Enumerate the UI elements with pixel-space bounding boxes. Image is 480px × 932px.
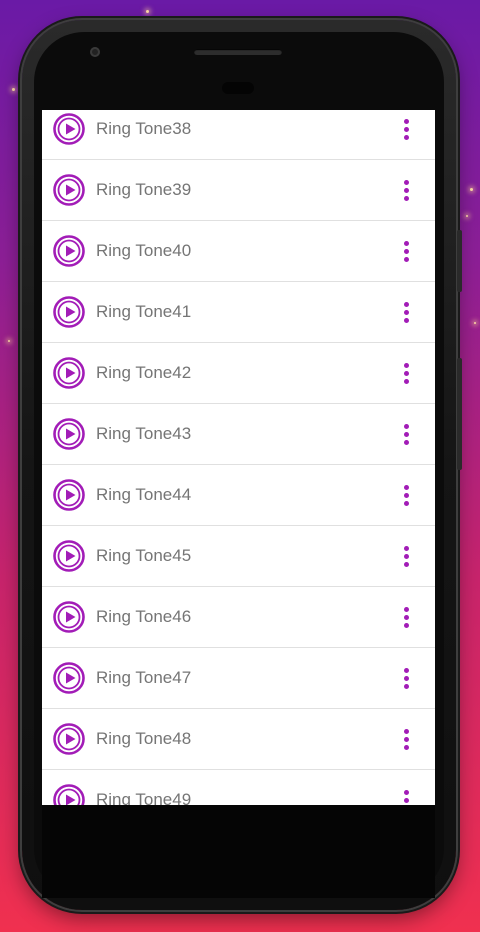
play-circle-icon[interactable]	[53, 357, 85, 389]
background-sparkle	[470, 188, 473, 191]
front-camera	[90, 47, 100, 57]
ringtone-list-item[interactable]: Ring Tone41	[42, 282, 435, 343]
earpiece-speaker	[194, 49, 282, 55]
more-vertical-icon[interactable]	[395, 297, 417, 327]
background-sparkle	[466, 215, 468, 217]
ringtone-list-item[interactable]: Ring Tone44	[42, 465, 435, 526]
app-screen: Ring Tone38 Ring Tone39 Ring Tone40 Ring…	[42, 110, 435, 805]
ringtone-list-item[interactable]: Ring Tone40	[42, 221, 435, 282]
proximity-sensor	[222, 82, 254, 94]
ringtone-list-item[interactable]: Ring Tone45	[42, 526, 435, 587]
ringtone-list-item[interactable]: Ring Tone38	[42, 110, 435, 160]
phone-chin	[42, 805, 435, 898]
more-vertical-icon[interactable]	[395, 724, 417, 754]
power-button	[457, 230, 462, 292]
ringtone-list-item[interactable]: Ring Tone48	[42, 709, 435, 770]
ringtone-list-item[interactable]: Ring Tone46	[42, 587, 435, 648]
ringtone-title: Ring Tone49	[96, 790, 192, 805]
more-vertical-icon[interactable]	[395, 785, 417, 805]
ringtone-title: Ring Tone40	[96, 241, 192, 260]
more-vertical-icon[interactable]	[395, 480, 417, 510]
ringtone-title: Ring Tone43	[96, 424, 192, 443]
ringtone-title: Ring Tone41	[96, 302, 192, 321]
ringtone-title: Ring Tone44	[96, 485, 192, 504]
play-circle-icon[interactable]	[53, 418, 85, 450]
volume-button	[457, 358, 462, 470]
ringtone-title: Ring Tone48	[96, 729, 192, 748]
more-vertical-icon[interactable]	[395, 114, 417, 144]
play-circle-icon[interactable]	[53, 479, 85, 511]
ringtone-list-item[interactable]: Ring Tone39	[42, 160, 435, 221]
more-vertical-icon[interactable]	[395, 236, 417, 266]
play-circle-icon[interactable]	[53, 601, 85, 633]
ringtone-list-item[interactable]: Ring Tone43	[42, 404, 435, 465]
more-vertical-icon[interactable]	[395, 175, 417, 205]
ringtone-title: Ring Tone42	[96, 363, 192, 382]
ringtone-list-item[interactable]: Ring Tone49	[42, 770, 435, 805]
more-vertical-icon[interactable]	[395, 602, 417, 632]
phone-frame: Ring Tone38 Ring Tone39 Ring Tone40 Ring…	[22, 20, 462, 910]
background-sparkle	[146, 10, 149, 13]
more-vertical-icon[interactable]	[395, 663, 417, 693]
ringtone-list: Ring Tone38 Ring Tone39 Ring Tone40 Ring…	[42, 110, 435, 805]
ringtone-title: Ring Tone39	[96, 180, 192, 199]
play-circle-icon[interactable]	[53, 174, 85, 206]
play-circle-icon[interactable]	[53, 235, 85, 267]
play-circle-icon[interactable]	[53, 662, 85, 694]
play-circle-icon[interactable]	[53, 784, 85, 805]
play-circle-icon[interactable]	[53, 540, 85, 572]
play-circle-icon[interactable]	[53, 723, 85, 755]
background-sparkle	[8, 340, 10, 342]
ringtone-title: Ring Tone47	[96, 668, 192, 687]
ringtone-list-item[interactable]: Ring Tone47	[42, 648, 435, 709]
background-sparkle	[474, 322, 476, 324]
play-circle-icon[interactable]	[53, 113, 85, 145]
ringtone-title: Ring Tone38	[96, 119, 192, 138]
background-sparkle	[12, 88, 15, 91]
ringtone-title: Ring Tone45	[96, 546, 192, 565]
more-vertical-icon[interactable]	[395, 358, 417, 388]
play-circle-icon[interactable]	[53, 296, 85, 328]
ringtone-title: Ring Tone46	[96, 607, 192, 626]
more-vertical-icon[interactable]	[395, 419, 417, 449]
ringtone-list-item[interactable]: Ring Tone42	[42, 343, 435, 404]
more-vertical-icon[interactable]	[395, 541, 417, 571]
